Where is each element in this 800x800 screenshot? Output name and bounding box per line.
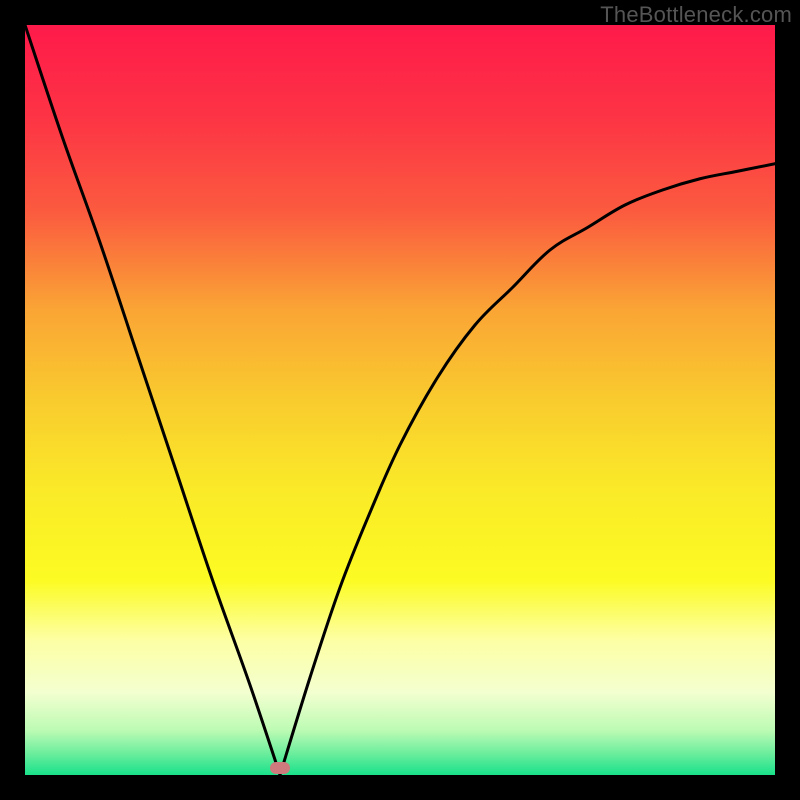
watermark-text: TheBottleneck.com [600, 2, 792, 28]
optimum-marker [270, 762, 290, 774]
chart-frame: TheBottleneck.com [0, 0, 800, 800]
plot-area [25, 25, 775, 775]
bottleneck-curve [25, 25, 775, 775]
